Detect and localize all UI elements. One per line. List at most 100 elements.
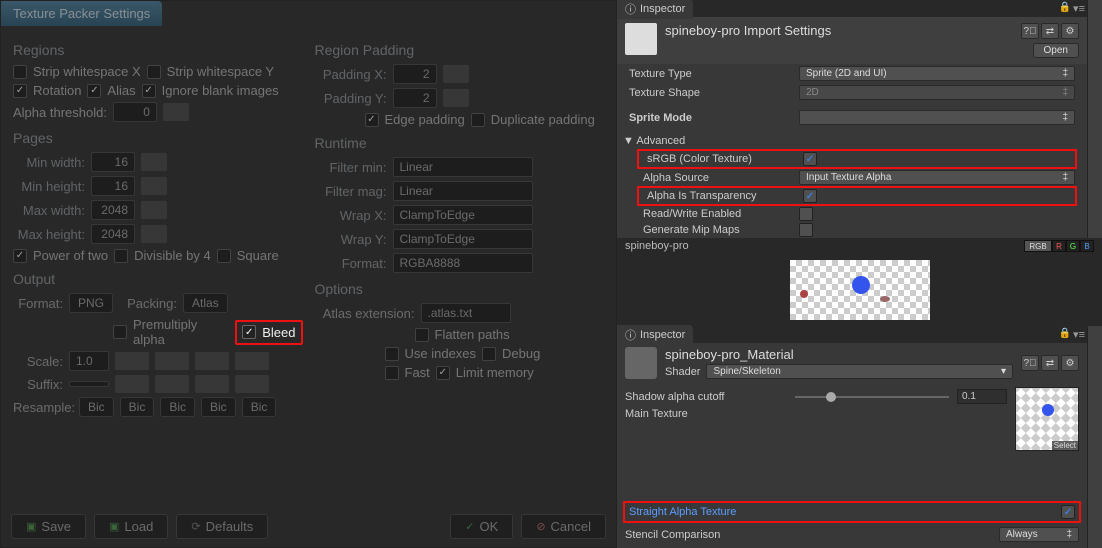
- cancel-icon: ⊘: [536, 520, 545, 533]
- cancel-button[interactable]: ⊘Cancel: [521, 514, 606, 539]
- resample-2[interactable]: Bic: [160, 397, 195, 417]
- open-button[interactable]: Open: [1033, 43, 1079, 58]
- alias-checkbox[interactable]: [87, 84, 101, 98]
- premultiply-alpha-checkbox[interactable]: [113, 325, 127, 339]
- save-icon: ▣: [26, 520, 36, 533]
- runtime-format-dropdown[interactable]: RGBA8888: [393, 253, 533, 273]
- fast-label: Fast: [405, 365, 430, 380]
- select-label[interactable]: Select: [1052, 441, 1078, 450]
- inspector-tab[interactable]: ⓘInspector: [617, 0, 693, 19]
- srgb-checkbox[interactable]: [803, 152, 817, 166]
- max-height-label: Max height:: [13, 227, 85, 242]
- mip-maps-checkbox[interactable]: [799, 223, 813, 237]
- alpha-threshold-input[interactable]: 0: [113, 102, 157, 122]
- gear-icon[interactable]: ⚙: [1061, 355, 1079, 371]
- duplicate-padding-checkbox[interactable]: [471, 113, 485, 127]
- fast-checkbox[interactable]: [385, 366, 399, 380]
- flatten-paths-checkbox[interactable]: [415, 328, 429, 342]
- save-button[interactable]: ▣Save: [11, 514, 86, 539]
- packing-dropdown[interactable]: Atlas: [183, 293, 228, 313]
- scrollbar-top[interactable]: [1087, 0, 1102, 238]
- divisible-by-4-checkbox[interactable]: [114, 249, 128, 263]
- menu-icon[interactable]: ▾≡: [1073, 328, 1085, 341]
- rw-enabled-checkbox[interactable]: [799, 207, 813, 221]
- alpha-transparency-highlight: Alpha Is Transparency: [637, 186, 1077, 206]
- main-texture-slot[interactable]: Select: [1015, 387, 1079, 451]
- texture-type-label: Texture Type: [629, 68, 799, 80]
- atlas-ext-input[interactable]: .atlas.txt: [421, 303, 511, 323]
- resample-3[interactable]: Bic: [201, 397, 236, 417]
- debug-label: Debug: [502, 346, 540, 361]
- edge-padding-checkbox[interactable]: [365, 113, 379, 127]
- filter-mag-dropdown[interactable]: Linear: [393, 181, 533, 201]
- rotation-checkbox[interactable]: [13, 84, 27, 98]
- b-button[interactable]: B: [1080, 240, 1094, 252]
- alpha-transparency-label: Alpha Is Transparency: [647, 190, 803, 202]
- srgb-label: sRGB (Color Texture): [647, 153, 803, 165]
- scrollbar-bottom[interactable]: [1087, 326, 1102, 548]
- gear-icon[interactable]: ⚙: [1061, 23, 1079, 39]
- debug-checkbox[interactable]: [482, 347, 496, 361]
- wrap-y-dropdown[interactable]: ClampToEdge: [393, 229, 533, 249]
- help-icon[interactable]: ?⃝: [1021, 23, 1039, 39]
- resample-4[interactable]: Bic: [242, 397, 277, 417]
- wrap-x-dropdown[interactable]: ClampToEdge: [393, 205, 533, 225]
- strip-ws-y-checkbox[interactable]: [147, 65, 161, 79]
- stencil-dropdown[interactable]: Always‡: [999, 527, 1079, 542]
- shader-dropdown[interactable]: Spine/Skeleton▾: [706, 364, 1013, 379]
- help-icon[interactable]: ?⃝: [1021, 355, 1039, 371]
- ok-button[interactable]: ✓OK: [450, 514, 513, 539]
- padding-y-input[interactable]: 2: [393, 88, 437, 108]
- resample-1[interactable]: Bic: [120, 397, 155, 417]
- bleed-label: Bleed: [262, 325, 295, 340]
- min-width-input[interactable]: 16: [91, 152, 135, 172]
- preset-icon[interactable]: ⇄: [1041, 23, 1059, 39]
- asset-thumbnail: [625, 23, 657, 55]
- alpha-source-label: Alpha Source: [643, 172, 799, 184]
- max-height-input[interactable]: 2048: [91, 224, 135, 244]
- preset-icon[interactable]: ⇄: [1041, 355, 1059, 371]
- bleed-checkbox[interactable]: [242, 325, 256, 339]
- suffix-input-0[interactable]: [69, 381, 109, 387]
- runtime-format-label: Format:: [315, 256, 387, 271]
- sprite-mode-dropdown[interactable]: ‡: [799, 110, 1075, 125]
- texture-type-dropdown[interactable]: Sprite (2D and UI)‡: [799, 66, 1075, 81]
- use-indexes-label: Use indexes: [405, 346, 477, 361]
- filter-min-label: Filter min:: [315, 160, 387, 175]
- load-button[interactable]: ▣Load: [94, 514, 168, 539]
- alpha-transparency-checkbox[interactable]: [803, 189, 817, 203]
- output-format-dropdown[interactable]: PNG: [69, 293, 113, 313]
- alpha-source-dropdown[interactable]: Input Texture Alpha‡: [799, 170, 1075, 185]
- inspector-tab-2[interactable]: ⓘInspector: [617, 325, 693, 345]
- rgb-button[interactable]: RGB: [1024, 240, 1052, 252]
- max-width-label: Max width:: [13, 203, 85, 218]
- atlas-ext-label: Atlas extension:: [315, 306, 415, 321]
- advanced-foldout[interactable]: ▼ Advanced: [617, 133, 1087, 149]
- defaults-button[interactable]: ⟳Defaults: [176, 514, 268, 539]
- menu-icon[interactable]: ▾≡: [1073, 2, 1085, 15]
- filter-min-dropdown[interactable]: Linear: [393, 157, 533, 177]
- shadow-cutoff-value[interactable]: 0.1: [957, 389, 1007, 404]
- shader-label: Shader: [665, 366, 700, 378]
- straight-alpha-checkbox[interactable]: [1061, 505, 1075, 519]
- g-button[interactable]: G: [1066, 240, 1080, 252]
- strip-ws-x-checkbox[interactable]: [13, 65, 27, 79]
- square-checkbox[interactable]: [217, 249, 231, 263]
- use-indexes-checkbox[interactable]: [385, 347, 399, 361]
- shadow-cutoff-slider[interactable]: [795, 396, 949, 398]
- folder-icon: ▣: [109, 520, 119, 533]
- r-button[interactable]: R: [1052, 240, 1066, 252]
- lock-icon[interactable]: 🔒: [1059, 328, 1071, 341]
- min-height-label: Min height:: [13, 179, 85, 194]
- limit-memory-checkbox[interactable]: [436, 366, 450, 380]
- max-width-input[interactable]: 2048: [91, 200, 135, 220]
- inspector-tab-bar: ⓘInspector 🔒▾≡: [617, 0, 1087, 17]
- power-of-two-checkbox[interactable]: [13, 249, 27, 263]
- wrap-y-label: Wrap Y:: [315, 232, 387, 247]
- padding-x-input[interactable]: 2: [393, 64, 437, 84]
- resample-0[interactable]: Bic: [79, 397, 114, 417]
- scale-input[interactable]: 1.0: [69, 351, 109, 371]
- lock-icon[interactable]: 🔒: [1059, 2, 1071, 15]
- min-height-input[interactable]: 16: [91, 176, 135, 196]
- ignore-blank-checkbox[interactable]: [142, 84, 156, 98]
